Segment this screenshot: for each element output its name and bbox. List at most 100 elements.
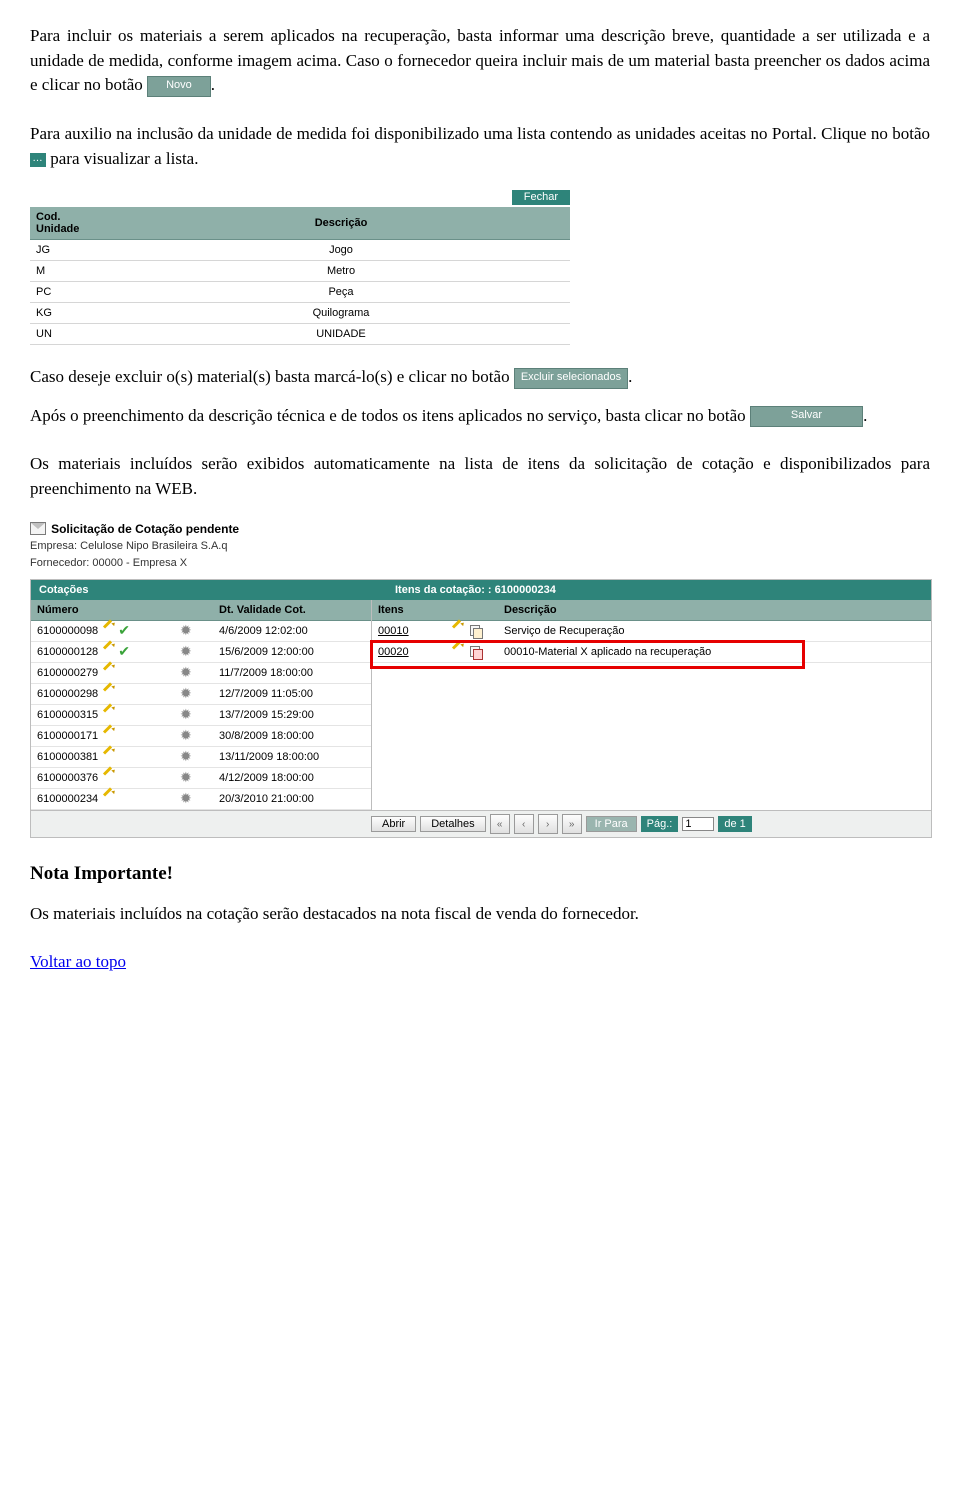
itens-table: Itens Descrição 00010 Serviço de Recuper… [372,600,931,663]
voltar-ao-topo-link[interactable]: Voltar ao topo [30,952,126,971]
paragraph-4: Após o preenchimento da descrição técnic… [30,404,930,429]
table-row[interactable]: 00010 Serviço de Recuperação [372,621,931,642]
pencil-icon[interactable] [451,645,465,659]
cell-gear: ✹ [173,789,213,810]
cell-item-desc: 00010-Material X aplicado na recuperação [498,642,931,663]
col-numero: Número [31,600,173,621]
nota-importante-body: Os materiais incluídos na cotação serão … [30,902,930,927]
expand-list-button[interactable]: … [30,153,46,167]
pencil-icon[interactable] [102,687,116,701]
cell-validade: 15/6/2009 12:00:00 [213,642,371,663]
nav-last-button[interactable]: » [562,814,582,834]
grid-footer: Abrir Detalhes « ‹ › » Ir Para Pág.: de … [31,810,931,837]
cell-gear: ✹ [173,768,213,789]
pencil-icon[interactable] [102,624,116,638]
detalhes-button[interactable]: Detalhes [420,816,485,832]
cell-desc: Jogo [112,240,570,261]
pencil-icon[interactable] [102,645,116,659]
nav-first-button[interactable]: « [490,814,510,834]
cell-validade: 4/6/2009 12:02:00 [213,621,371,642]
fechar-button[interactable]: Fechar [512,190,570,205]
cotacoes-table: Número Dt. Validade Cot. 6100000098 ✔ ✹ 4/… [31,600,371,810]
text: . [628,367,632,386]
pencil-icon[interactable] [451,624,465,638]
pencil-icon[interactable] [102,771,116,785]
table-row[interactable]: 6100000298 ✹12/7/2009 11:05:00 [31,684,371,705]
cell-cod: PC [30,282,112,303]
table-row[interactable]: 6100000279 ✹11/7/2009 18:00:00 [31,663,371,684]
gear-icon[interactable]: ✹ [180,708,194,722]
cell-numero: 6100000315 [31,705,173,726]
excluir-selecionados-button[interactable]: Excluir selecionados [514,368,628,389]
cell-desc: Peça [112,282,570,303]
units-table: Cod. Unidade Descrição JGJogo MMetro PCP… [30,207,570,345]
table-row[interactable]: 6100000376 ✹4/12/2009 18:00:00 [31,768,371,789]
table-row[interactable]: 6100000234 ✹20/3/2010 21:00:00 [31,789,371,810]
cell-cod: KG [30,303,112,324]
pencil-icon[interactable] [102,708,116,722]
cell-desc: Quilograma [112,303,570,324]
gear-icon[interactable]: ✹ [180,750,194,764]
abrir-button[interactable]: Abrir [371,816,416,832]
novo-button[interactable]: Novo [147,76,211,97]
pencil-icon[interactable] [102,666,116,680]
text: Para auxilio na inclusão da unidade de m… [30,124,930,143]
nav-next-button[interactable]: › [538,814,558,834]
col-validade: Dt. Validade Cot. [213,600,371,621]
cell-gear: ✹ [173,726,213,747]
cell-validade: 11/7/2009 18:00:00 [213,663,371,684]
text: . [863,406,867,425]
col-status [173,600,213,621]
cell-cod: JG [30,240,112,261]
gear-icon[interactable]: ✹ [180,645,194,659]
ir-para-button[interactable]: Ir Para [586,816,637,832]
pencil-icon[interactable] [102,750,116,764]
cell-item-id: 00020 [372,642,444,663]
text: Caso deseje excluir o(s) material(s) bas… [30,367,514,386]
page-input[interactable] [682,817,714,831]
col-itens: Itens [372,600,444,621]
gear-icon[interactable]: ✹ [180,624,194,638]
bar-right-title: Itens da cotação: : 6100000234 [387,580,931,600]
paragraph-1: Para incluir os materiais a serem aplica… [30,24,930,98]
copy-icon[interactable] [470,646,483,659]
cell-validade: 13/7/2009 15:29:00 [213,705,371,726]
table-row[interactable]: 6100000128 ✔ ✹ 15/6/2009 12:00:00 [31,642,371,663]
copy-icon[interactable] [470,625,483,638]
gear-icon[interactable]: ✹ [180,666,194,680]
salvar-button[interactable]: Salvar [750,406,863,427]
fornecedor-label: Fornecedor: 00000 - Empresa X [30,557,187,569]
gear-icon[interactable]: ✹ [180,792,194,806]
table-row[interactable]: 6100000098 ✔ ✹ 4/6/2009 12:02:00 [31,621,371,642]
nav-prev-button[interactable]: ‹ [514,814,534,834]
gear-icon[interactable]: ✹ [180,729,194,743]
units-table-container: Fechar Cod. Unidade Descrição JGJogo MMe… [30,185,930,345]
table-row[interactable]: 6100000171 ✹30/8/2009 18:00:00 [31,726,371,747]
checkmark-icon: ✔ [118,645,132,659]
cell-validade: 4/12/2009 18:00:00 [213,768,371,789]
cell-numero: 6100000128 ✔ [31,642,173,663]
table-row[interactable]: 00020 00010-Material X aplicado na recup… [372,642,931,663]
table-row: PCPeça [30,282,570,303]
cell-icons [444,642,498,663]
pagina-label: Pág.: [641,816,679,832]
envelope-icon [30,522,46,535]
cell-numero: 6100000381 [31,747,173,768]
col-cod-unidade: Cod. Unidade [30,207,112,240]
table-row: JGJogo [30,240,570,261]
pencil-icon[interactable] [102,792,116,806]
cell-numero: 6100000298 [31,684,173,705]
gear-icon[interactable]: ✹ [180,687,194,701]
cell-validade: 13/11/2009 18:00:00 [213,747,371,768]
cell-gear: ✹ [173,663,213,684]
cell-numero: 6100000234 [31,789,173,810]
table-row[interactable]: 6100000315 ✹ 13/7/2009 15:29:00 [31,705,371,726]
cell-cod: M [30,261,112,282]
gear-icon[interactable]: ✹ [180,771,194,785]
pencil-icon[interactable] [102,729,116,743]
cotacao-header: Solicitação de Cotação pendente Empresa:… [30,520,930,572]
cell-desc: UNIDADE [112,324,570,345]
table-row[interactable]: 6100000381 ✹ 13/11/2009 18:00:00 [31,747,371,768]
cotacao-title: Solicitação de Cotação pendente [51,522,239,536]
cell-numero: 6100000098 ✔ [31,621,173,642]
